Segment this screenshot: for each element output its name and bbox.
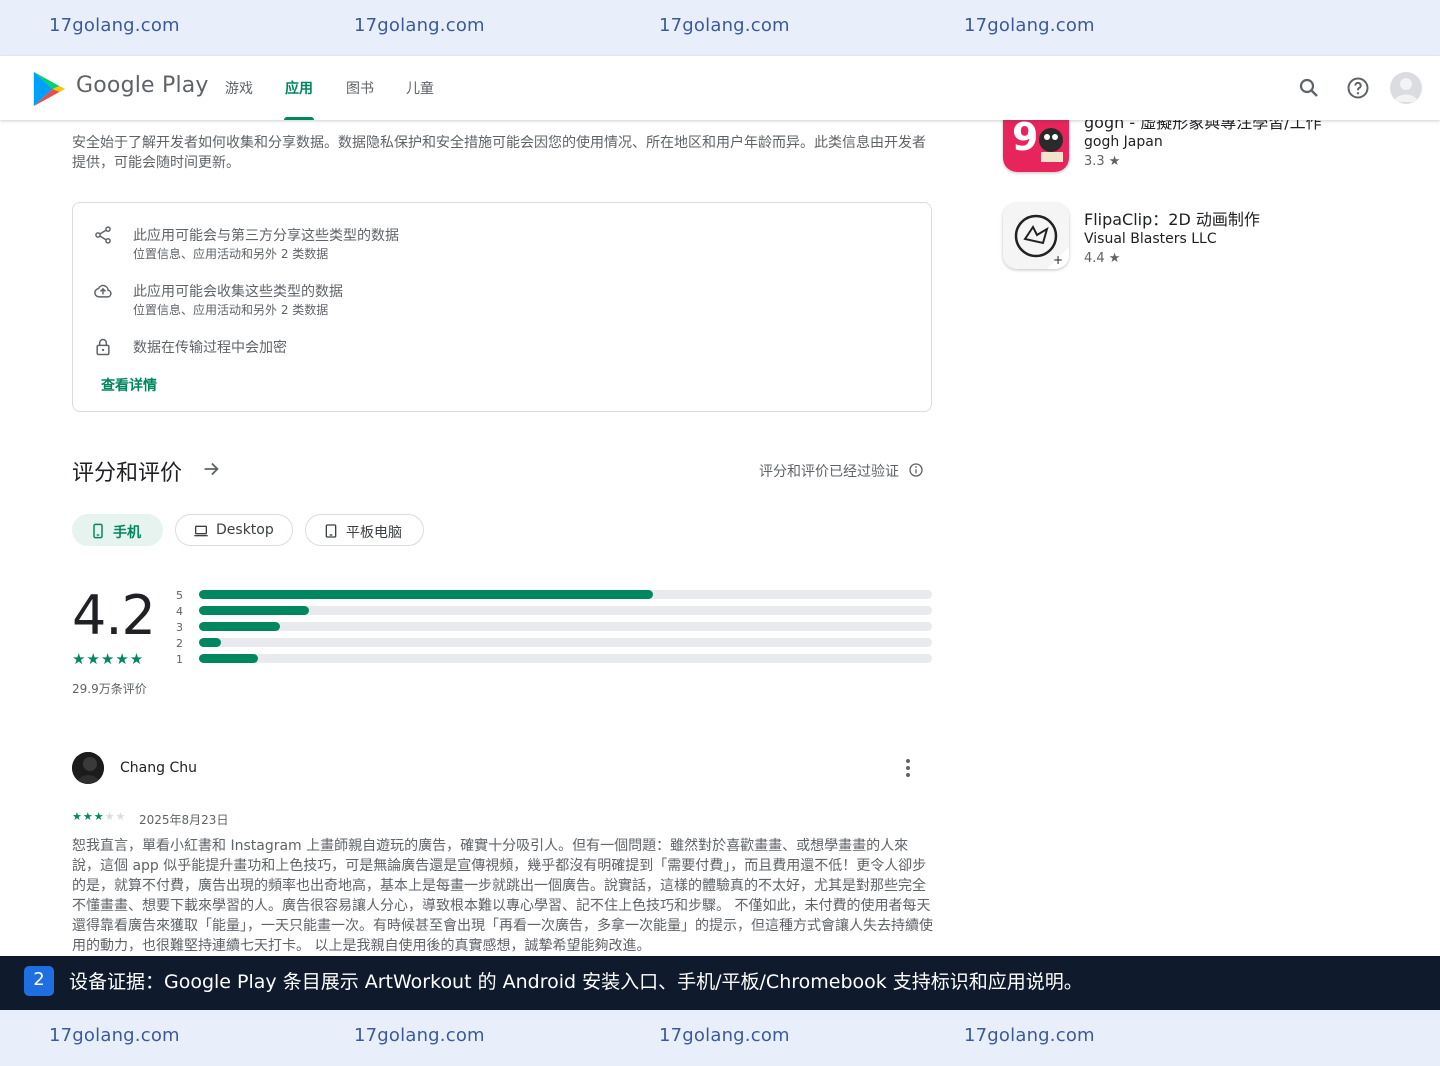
evidence-caption-bar: 2 设备证据：Google Play 条目展示 ArtWorkout 的 And… [0,956,1440,1010]
brand-name[interactable]: Google Play [76,73,209,98]
account-avatar[interactable] [1390,72,1422,104]
safety-row-title: 数据在传输过程中会加密 [133,340,287,356]
laptop-icon [194,525,208,537]
histogram-bar-fill [199,622,280,631]
app-icon-flipaclip: + [1003,203,1069,269]
chip-phone[interactable]: 手机 [72,514,163,546]
tab-kids[interactable]: 儿童 [406,78,434,98]
arrow-right-icon[interactable] [200,458,222,480]
similar-app-rating: 3.3 ★ [1084,154,1121,169]
tab-games[interactable]: 游戏 [225,78,253,98]
tablet-icon [325,524,337,538]
chip-label: 平板电脑 [346,525,402,541]
similar-app-title: FlipaClip：2D 动画制作 [1084,210,1260,229]
chip-tablet[interactable]: 平板电脑 [305,514,424,546]
histogram-bar-fill [199,606,309,615]
watermark-text: 17golang.com [354,1025,485,1046]
search-icon[interactable] [1297,76,1321,100]
avatar [72,752,104,784]
histogram-bar-track [199,654,932,663]
similar-app-developer: Visual Blasters LLC [1084,231,1217,247]
top-app-bar: Google Play 游戏 应用 图书 儿童 [0,56,1440,120]
histogram-label: 4 [176,605,183,618]
caption-number-badge: 2 [24,966,54,996]
watermark-text: 17golang.com [964,1025,1095,1046]
active-tab-indicator [284,117,314,120]
tab-apps[interactable]: 应用 [285,78,313,98]
watermark-bar-bottom: 17golang.com 17golang.com 17golang.com 1… [0,1010,1440,1066]
review-date: 2025年8月23日 [139,813,229,827]
ratings-verified-text: 评分和评价已经过验证 [759,464,899,480]
svg-text:9: 9 [1012,115,1038,159]
cloud-upload-icon [94,284,112,298]
data-safety-card: 此应用可能会与第三方分享这些类型的数据 位置信息、应用活动和另外 2 类数据 此… [72,202,932,412]
lock-icon [96,338,110,356]
watermark-text: 17golang.com [49,1025,180,1046]
histogram-label: 3 [176,621,183,634]
data-safety-intro: 安全始于了解开发者如何收集和分享数据。数据隐私保护和安全措施可能会因您的使用情况… [72,135,926,171]
review-stars-on: ★★★ [72,810,105,823]
watermark-text: 17golang.com [354,15,485,36]
watermark-text: 17golang.com [659,1025,790,1046]
watermark-bar-top: 17golang.com 17golang.com 17golang.com 1… [0,0,1440,56]
safety-row-subtitle: 位置信息、应用活动和另外 2 类数据 [133,303,329,317]
watermark-text: 17golang.com [964,15,1095,36]
similar-app-developer: gogh Japan [1084,134,1163,150]
review-stars-off: ★★ [104,810,127,823]
rating-stars: ★★★★★ [72,650,145,668]
tab-books[interactable]: 图书 [346,78,374,98]
review-count: 29.9万条评价 [72,682,147,696]
safety-row-title: 此应用可能会与第三方分享这些类型的数据 [133,228,399,244]
similar-app-rating: 4.4 ★ [1084,251,1121,266]
caption-text: 设备证据：Google Play 条目展示 ArtWorkout 的 Andro… [69,971,1083,993]
histogram-bar-track [199,590,932,599]
histogram-label: 5 [176,589,183,602]
info-icon[interactable] [908,462,924,478]
more-vert-icon[interactable] [896,756,920,780]
svg-text:+: + [1053,253,1063,267]
watermark-text: 17golang.com [659,15,790,36]
share-icon [95,226,111,244]
chip-label: Desktop [216,522,274,538]
google-play-logo-icon[interactable] [30,70,68,108]
review-body: 恕我直言，單看小紅書和 Instagram 上畫師親自遊玩的廣告，確實十分吸引人… [72,838,933,954]
ratings-section-title[interactable]: 评分和评价 [72,455,182,487]
histogram-bar-track [199,638,932,647]
histogram-label: 1 [176,653,183,666]
histogram-label: 2 [176,637,183,650]
histogram-bar-fill [199,590,653,599]
histogram-bar-fill [199,638,221,647]
see-details-link[interactable]: 查看详情 [101,375,157,395]
chip-label: 手机 [113,525,141,541]
safety-row-title: 此应用可能会收集这些类型的数据 [133,284,343,300]
safety-row-subtitle: 位置信息、应用活动和另外 2 类数据 [133,247,329,261]
chip-desktop[interactable]: Desktop [175,514,293,546]
review-author: Chang Chu [120,760,197,776]
histogram-bar-track [199,606,932,615]
average-rating: 4.2 [72,584,156,647]
phone-icon [93,523,103,539]
histogram-bar-track [199,622,932,631]
review-stars: ★★★★★ [72,810,126,823]
help-icon[interactable] [1346,76,1370,100]
histogram-bar-fill [199,654,258,663]
watermark-text: 17golang.com [49,15,180,36]
